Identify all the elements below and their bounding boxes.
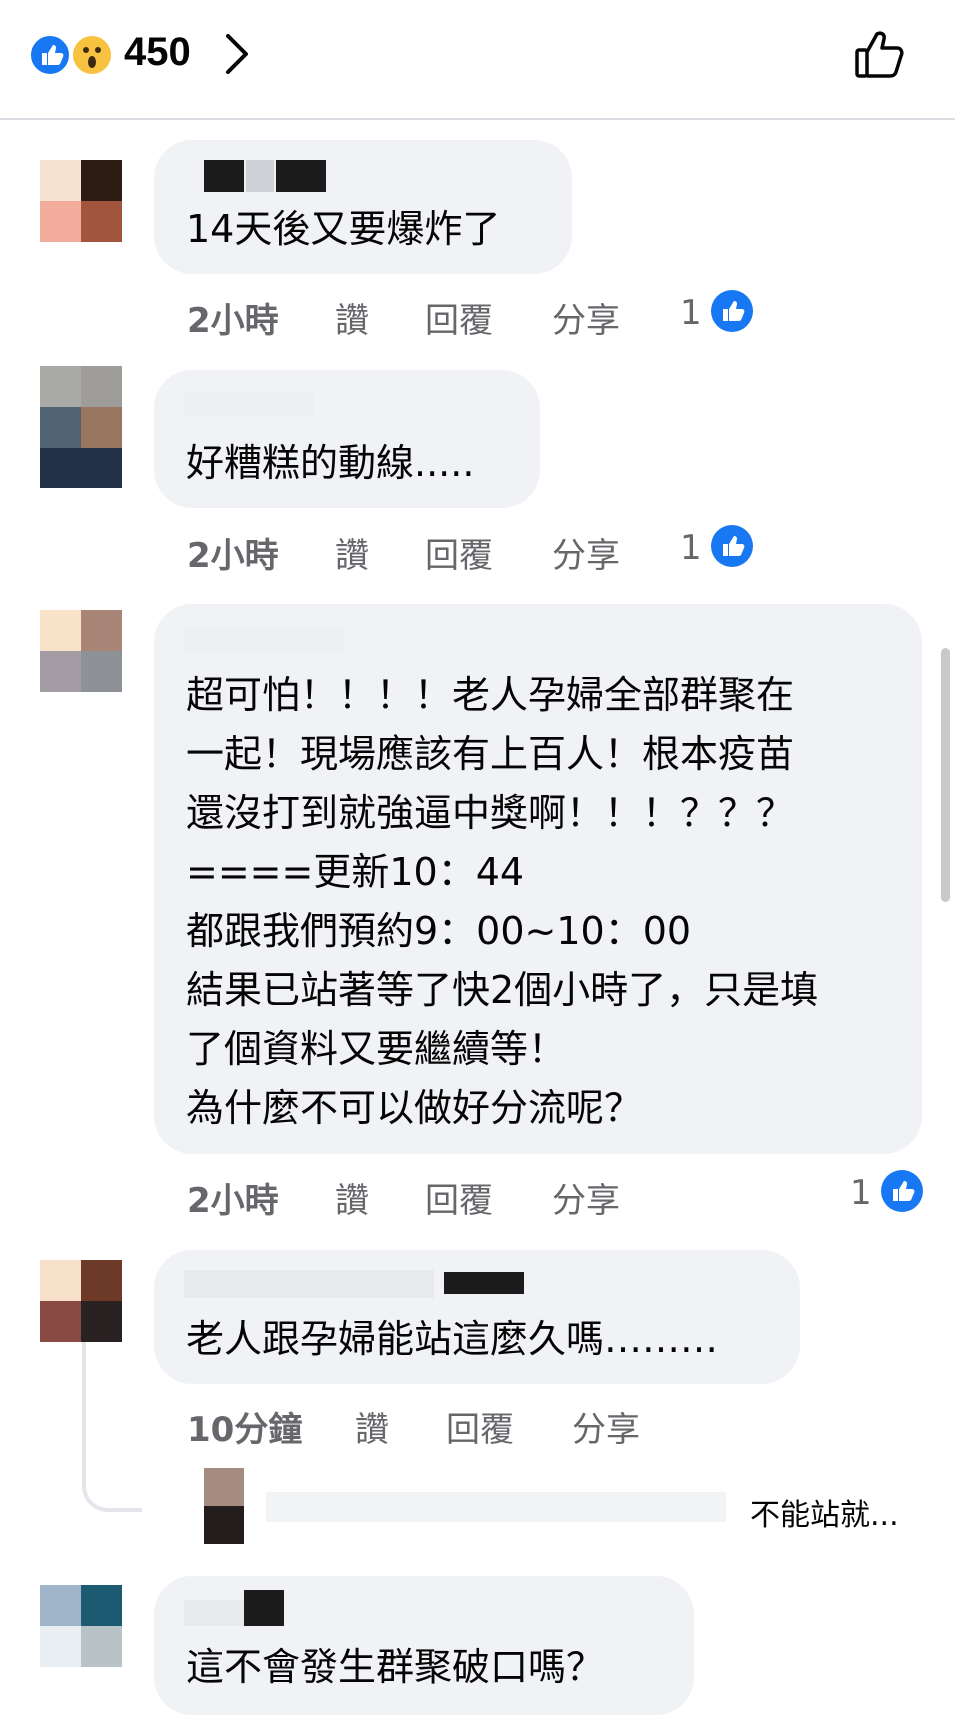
- like-badge-icon: [711, 525, 753, 567]
- like-link[interactable]: 讚: [335, 293, 369, 342]
- like-badge-icon: [881, 1170, 923, 1212]
- comment-text: 好糟糕的動線.....: [186, 441, 475, 485]
- reply-link[interactable]: 回覆: [425, 528, 493, 577]
- author-name-redacted[interactable]: [184, 158, 192, 192]
- comment-bubble[interactable]: 14天後又要爆炸了: [154, 140, 572, 274]
- like-button-icon[interactable]: [852, 26, 908, 82]
- scrollbar[interactable]: [941, 648, 950, 902]
- reply-link[interactable]: 回覆: [425, 293, 493, 342]
- reply-link[interactable]: 回覆: [446, 1402, 514, 1451]
- share-link[interactable]: 分享: [572, 1402, 640, 1451]
- comment-time[interactable]: 2小時: [187, 528, 279, 577]
- reply-avatar[interactable]: [204, 1468, 244, 1544]
- comment-like-count[interactable]: 1: [680, 528, 702, 568]
- avatar[interactable]: [40, 1585, 122, 1667]
- avatar[interactable]: [40, 160, 122, 242]
- comment-text: 這不會發生群聚破口嗎？: [186, 1645, 605, 1689]
- reply-link[interactable]: 回覆: [425, 1173, 493, 1222]
- reply-preview-text[interactable]: 不能站就...: [750, 1490, 899, 1534]
- like-link[interactable]: 讚: [335, 1173, 369, 1222]
- like-link[interactable]: 讚: [355, 1402, 389, 1451]
- like-badge-icon: [711, 290, 753, 332]
- comment-bubble[interactable]: 好糟糕的動線.....: [154, 370, 540, 508]
- avatar[interactable]: [40, 366, 122, 448]
- chevron-right-icon[interactable]: [222, 32, 252, 76]
- share-link[interactable]: 分享: [552, 1173, 620, 1222]
- comment-text: 14天後又要爆炸了: [186, 207, 501, 251]
- comment-bubble[interactable]: 超可怕！！！！老人孕婦全部群聚在 一起！現場應該有上百人！根本疫苗 還沒打到就強…: [154, 604, 922, 1154]
- comment-text: 老人跟孕婦能站這麼久嗎………: [186, 1317, 719, 1361]
- reaction-icons[interactable]: [28, 33, 118, 77]
- comment-bubble[interactable]: 這不會發生群聚破口嗎？: [154, 1576, 694, 1715]
- comment-like-count[interactable]: 1: [850, 1173, 872, 1213]
- comment-bubble[interactable]: 老人跟孕婦能站這麼久嗎………: [154, 1250, 800, 1384]
- reactions-header: 450: [0, 0, 955, 120]
- comment-time[interactable]: 2小時: [187, 293, 279, 342]
- share-link[interactable]: 分享: [552, 528, 620, 577]
- like-reaction-icon: [28, 33, 72, 77]
- comment-like-count[interactable]: 1: [680, 293, 702, 333]
- avatar[interactable]: [40, 610, 122, 692]
- avatar[interactable]: [40, 1260, 122, 1342]
- reaction-count[interactable]: 450: [124, 30, 191, 75]
- like-link[interactable]: 讚: [335, 528, 369, 577]
- comment-time[interactable]: 2小時: [187, 1173, 279, 1222]
- comment-text: 超可怕！！！！老人孕婦全部群聚在 一起！現場應該有上百人！根本疫苗 還沒打到就強…: [186, 673, 819, 1130]
- wow-reaction-icon: [70, 33, 114, 77]
- share-link[interactable]: 分享: [552, 293, 620, 342]
- comment-time[interactable]: 10分鐘: [187, 1402, 302, 1451]
